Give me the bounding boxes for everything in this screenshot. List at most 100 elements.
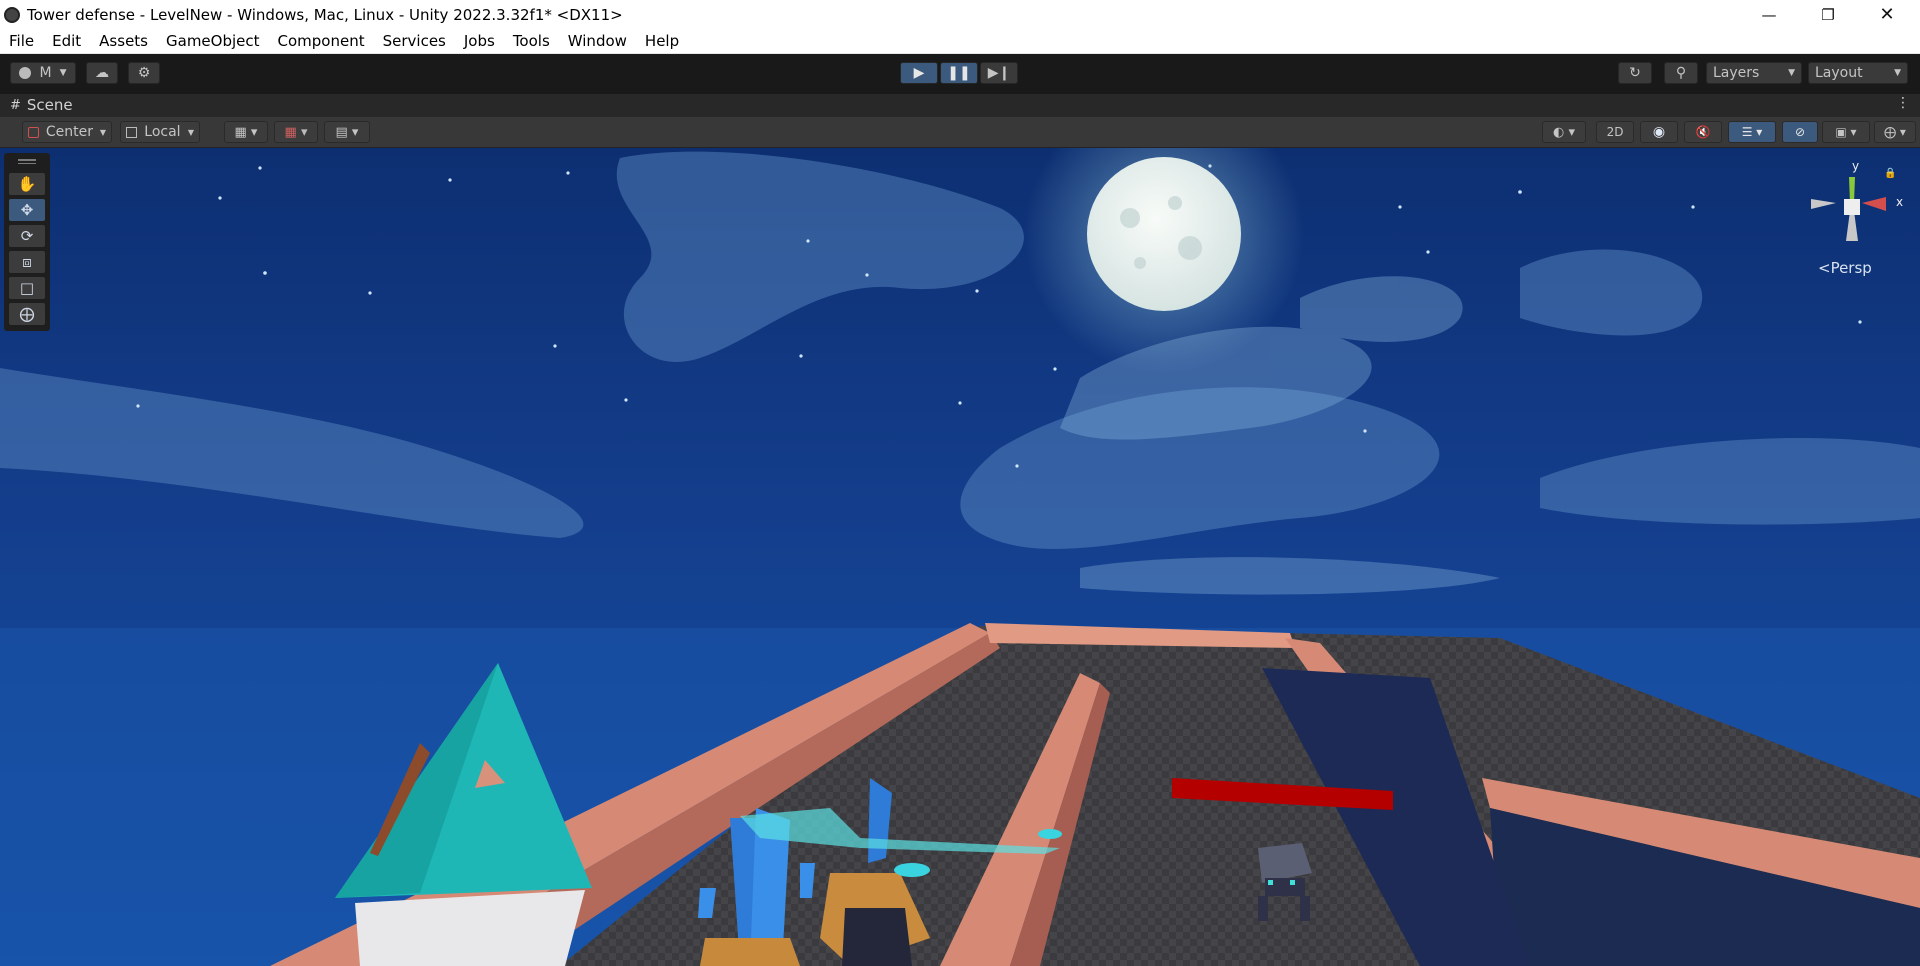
tools-overlay: ✋ ✥ ⟳ ⧈ □ ⨁	[4, 153, 50, 331]
cone-tower-body	[355, 890, 585, 966]
layout-dropdown[interactable]: Layout ▼	[1808, 62, 1908, 84]
chevron-down-icon: ▼	[59, 68, 67, 78]
menu-component[interactable]: Component	[269, 32, 374, 50]
camera-icon: ▣ ▾	[1835, 125, 1857, 139]
cloud-button[interactable]: ☁	[86, 62, 118, 84]
snap-settings-button[interactable]: ▤ ▾	[324, 121, 370, 143]
pivot-dropdown[interactable]: Center ▼	[22, 121, 112, 143]
space-label: Local	[144, 124, 181, 140]
gizmos-icon: ⨁ ▾	[1884, 125, 1906, 139]
pivot-icon	[28, 126, 39, 138]
scale-tool-button[interactable]: ⧈	[9, 251, 45, 273]
menu-edit[interactable]: Edit	[43, 32, 90, 50]
menu-assets[interactable]: Assets	[90, 32, 157, 50]
scale-icon: ⧈	[22, 253, 32, 271]
chevron-down-icon: ▼	[99, 127, 106, 137]
close-icon[interactable]: ✕	[1864, 0, 1910, 29]
main-toolbar: M ▼ ☁ ⚙ ▶ ❚❚ ▶❙ ↻ ⚲ Layers ▼ Layout ▼	[0, 54, 1920, 94]
layers-dropdown[interactable]: Layers ▼	[1706, 62, 1802, 84]
menu-bar: File Edit Assets GameObject Component Se…	[0, 29, 1920, 54]
audio-toggle[interactable]: 🔇	[1684, 121, 1722, 143]
menu-help[interactable]: Help	[636, 32, 688, 50]
minimize-icon[interactable]: —	[1746, 0, 1792, 29]
scene-tab-bar: # Scene ⋮	[0, 94, 1920, 117]
pause-button[interactable]: ❚❚	[940, 62, 978, 84]
transform-icon: ⨁	[19, 305, 35, 323]
space-dropdown[interactable]: Local ▼	[120, 121, 200, 143]
play-icon: ▶	[913, 65, 925, 81]
mode-2d-label: 2D	[1606, 125, 1624, 139]
draw-mode-dropdown[interactable]: ◐ ▾	[1542, 121, 1586, 143]
visibility-off-icon: ⊘	[1794, 125, 1806, 139]
move-icon: ✥	[20, 201, 34, 219]
hidden-objects-toggle[interactable]: ⊘	[1782, 121, 1818, 143]
history-button[interactable]: ↻	[1618, 62, 1652, 84]
play-button[interactable]: ▶	[900, 62, 938, 84]
search-button[interactable]: ⚲	[1664, 62, 1698, 84]
chevron-down-icon: ▼	[1788, 68, 1795, 78]
account-icon	[19, 67, 32, 79]
menu-jobs[interactable]: Jobs	[455, 32, 504, 50]
more-options-icon[interactable]: ⋮	[1896, 95, 1910, 111]
rotate-tool-button[interactable]: ⟳	[9, 225, 45, 247]
lock-icon[interactable]: 🔒	[1884, 168, 1896, 179]
cube-icon	[126, 126, 137, 138]
rect-icon: □	[19, 279, 35, 297]
moon	[1087, 157, 1241, 311]
account-dropdown[interactable]: M ▼	[10, 62, 76, 84]
rect-tool-button[interactable]: □	[9, 277, 45, 299]
layers-label: Layers	[1713, 65, 1760, 81]
gizmo-x-label: x	[1896, 195, 1904, 209]
snap-increment-button[interactable]: ▦ ▾	[274, 121, 318, 143]
step-button[interactable]: ▶❙	[980, 62, 1018, 84]
step-icon: ▶❙	[987, 65, 1011, 81]
chevron-down-icon: ▼	[187, 127, 194, 137]
camera-dropdown[interactable]: ▣ ▾	[1822, 121, 1870, 143]
menu-window[interactable]: Window	[559, 32, 636, 50]
account-label: M	[39, 65, 52, 81]
scene-render	[0, 148, 1920, 966]
menu-services[interactable]: Services	[374, 32, 455, 50]
menu-file[interactable]: File	[0, 32, 43, 50]
shading-icon: ◐ ▾	[1552, 124, 1575, 140]
pivot-label: Center	[45, 124, 93, 140]
history-icon: ↻	[1629, 65, 1641, 81]
effects-icon: ☰ ▾	[1741, 125, 1763, 139]
window-title: Tower defense - LevelNew - Windows, Mac,…	[27, 5, 623, 24]
tab-scene[interactable]: # Scene	[10, 96, 73, 114]
lighting-toggle[interactable]: ◉	[1640, 121, 1678, 143]
rotate-icon: ⟳	[20, 227, 34, 245]
snap-icon: ▦ ▾	[284, 124, 308, 140]
hand-icon: ✋	[17, 175, 37, 193]
drag-handle-icon[interactable]	[18, 159, 36, 161]
transform-tool-button[interactable]: ⨁	[9, 303, 45, 325]
menu-gameobject[interactable]: GameObject	[157, 32, 269, 50]
title-bar: Tower defense - LevelNew - Windows, Mac,…	[0, 0, 1920, 29]
grid-snap-button[interactable]: ▦ ▾	[224, 121, 268, 143]
mute-icon: 🔇	[1695, 125, 1711, 139]
restore-icon[interactable]: ❐	[1805, 0, 1851, 29]
lightbulb-icon: ◉	[1652, 124, 1666, 140]
scene-viewport[interactable]: y x 🔒 <Persp	[0, 148, 1920, 966]
projection-toggle[interactable]: <Persp	[1818, 259, 1872, 277]
search-icon: ⚲	[1675, 65, 1687, 81]
effects-dropdown[interactable]: ☰ ▾	[1728, 121, 1776, 143]
ruler-icon: ▤ ▾	[335, 124, 359, 140]
hand-tool-button[interactable]: ✋	[9, 173, 45, 195]
scene-toolbar: Center ▼ Local ▼ ▦ ▾ ▦ ▾ ▤ ▾ ◐ ▾ 2D ◉ 🔇 …	[0, 117, 1920, 148]
collab-button[interactable]: ⚙	[128, 62, 160, 84]
grid-icon: #	[10, 97, 21, 113]
mode-2d-button[interactable]: 2D	[1596, 121, 1634, 143]
unity-icon	[4, 6, 20, 23]
move-tool-button[interactable]: ✥	[9, 199, 45, 221]
settings-icon: ⚙	[137, 65, 151, 81]
grid-visibility-icon: ▦ ▾	[234, 124, 258, 140]
menu-tools[interactable]: Tools	[504, 32, 559, 50]
tab-scene-label: Scene	[26, 96, 73, 114]
cloud-icon: ☁	[95, 65, 109, 81]
chevron-down-icon: ▼	[1894, 68, 1901, 78]
layout-label: Layout	[1815, 65, 1863, 81]
gizmos-dropdown[interactable]: ⨁ ▾	[1874, 121, 1916, 143]
pause-icon: ❚❚	[947, 65, 971, 81]
orientation-gizmo[interactable]: y x 🔒 <Persp	[1806, 159, 1906, 277]
